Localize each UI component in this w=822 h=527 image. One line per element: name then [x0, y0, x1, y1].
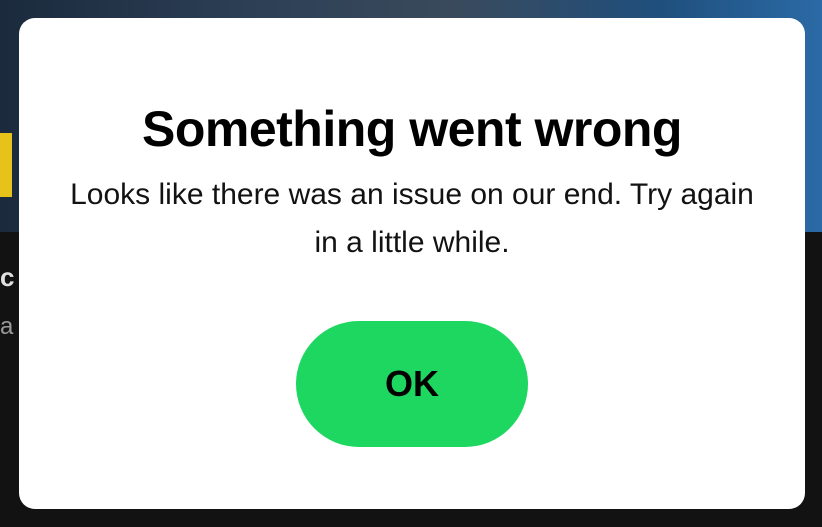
- background-title-text: c: [0, 262, 15, 292]
- background-subtitle-text: a: [0, 313, 14, 340]
- ok-button[interactable]: OK: [296, 321, 528, 447]
- dialog-message: Looks like there was an issue on our end…: [70, 178, 754, 259]
- dialog-title: Something went wrong: [142, 101, 682, 157]
- error-dialog: Something went wrong Looks like there wa…: [19, 18, 805, 509]
- background-hero-accent: [0, 133, 12, 197]
